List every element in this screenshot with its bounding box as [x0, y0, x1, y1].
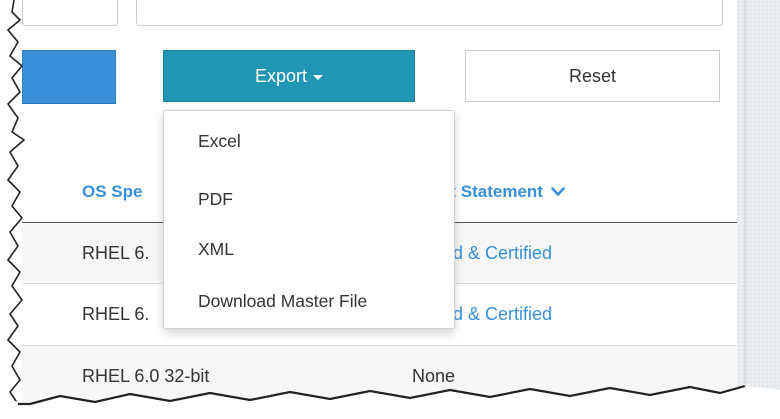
screenshot-canvas: Export Reset OS Spe port Statement RHEL …: [0, 0, 780, 419]
torn-edge-decoration: [0, 0, 780, 419]
